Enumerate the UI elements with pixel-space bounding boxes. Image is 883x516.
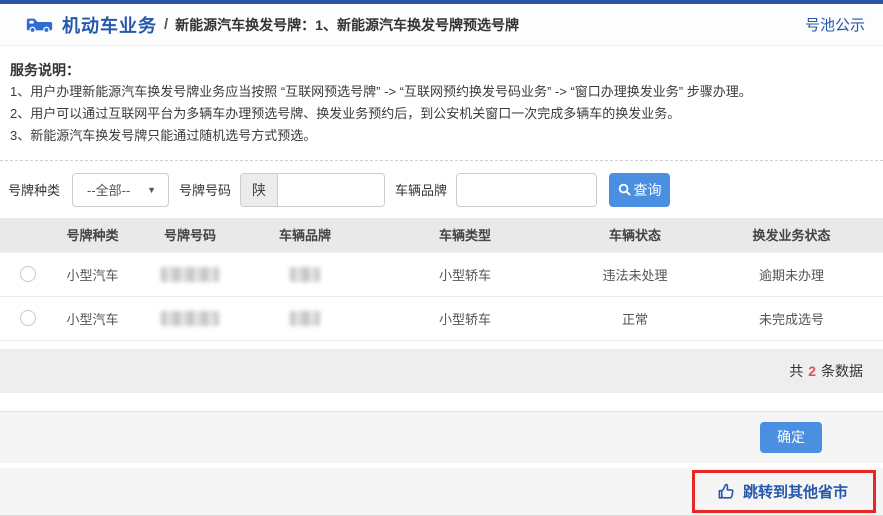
row-1-vehicle-status: 违法未处理	[570, 252, 700, 296]
plate-type-select[interactable]: --全部-- ▼	[72, 173, 169, 207]
jump-link-highlight-box[interactable]: 跳转到其他省市	[692, 470, 876, 513]
row-2-vehicle-type: 小型轿车	[360, 296, 570, 340]
search-button[interactable]: 查询	[609, 173, 670, 207]
table-header-row: 号牌种类 号牌号码 车辆品牌 车辆类型 车辆状态 换发业务状态	[0, 218, 883, 252]
row-2-redacted-plate-number	[161, 311, 219, 326]
row-1-radio[interactable]	[20, 266, 36, 282]
summary-count: 2	[808, 363, 816, 379]
row-1-business-status: 逾期未办理	[700, 252, 883, 296]
result-summary: 共 2 条数据	[0, 349, 883, 393]
row-1-redacted-plate-number	[161, 267, 219, 282]
row-2-redacted-brand	[290, 311, 320, 326]
plate-type-selected-value: --全部--	[87, 180, 130, 199]
page-title: 机动车业务	[62, 12, 157, 38]
row-2-plate-type: 小型汽车	[55, 296, 130, 340]
notice-item-1: 1、用户办理新能源汽车换发号牌业务应当按照 “互联网预选号牌” -> “互联网预…	[10, 81, 871, 103]
truck-icon	[26, 14, 53, 35]
notice-title: 服务说明：	[10, 59, 871, 81]
notice-item-2: 2、用户可以通过互联网平台为多辆车办理预选号牌、换发业务预约后，到公安机关窗口一…	[10, 103, 871, 125]
pool-publicity-link[interactable]: 号池公示	[805, 14, 865, 35]
chevron-down-icon: ▼	[147, 185, 156, 195]
vehicle-table: 号牌种类 号牌号码 车辆品牌 车辆类型 车辆状态 换发业务状态 小型汽车 小型轿…	[0, 218, 883, 341]
row-2-business-status: 未完成选号	[700, 296, 883, 340]
vehicle-brand-label: 车辆品牌	[395, 180, 447, 199]
plate-province-prefix: 陕	[241, 174, 278, 206]
table-row: 小型汽车 小型轿车 正常 未完成选号	[0, 296, 883, 340]
row-1-vehicle-type: 小型轿车	[360, 252, 570, 296]
spacer	[0, 393, 883, 411]
vehicle-brand-input[interactable]	[456, 173, 597, 207]
confirm-bar: 确定	[0, 411, 883, 463]
jump-bar: 跳转到其他省市	[0, 468, 883, 516]
plate-type-label: 号牌种类	[8, 180, 60, 199]
plate-number-input[interactable]	[278, 174, 384, 206]
col-header-plate-number: 号牌号码	[130, 218, 250, 252]
row-1-plate-type: 小型汽车	[55, 252, 130, 296]
row-2-vehicle-status: 正常	[570, 296, 700, 340]
page: 机动车业务 / 新能源汽车换发号牌：1、新能源汽车换发号牌预选号牌 号池公示 服…	[0, 0, 883, 516]
radio-column-header	[0, 218, 55, 252]
summary-suffix: 条数据	[821, 361, 863, 381]
plate-number-label: 号牌号码	[179, 180, 231, 199]
confirm-button[interactable]: 确定	[760, 422, 822, 453]
plate-number-group: 陕	[240, 173, 385, 207]
search-button-label: 查询	[634, 180, 662, 200]
notice-item-3: 3、新能源汽车换发号牌只能通过随机选号方式预选。	[10, 125, 871, 147]
breadcrumb-separator: /	[164, 16, 168, 33]
col-header-plate-type: 号牌种类	[55, 218, 130, 252]
table-row: 小型汽车 小型轿车 违法未处理 逾期未办理	[0, 252, 883, 296]
breadcrumb: 新能源汽车换发号牌：1、新能源汽车换发号牌预选号牌	[175, 15, 519, 35]
col-header-vehicle-type: 车辆类型	[360, 218, 570, 252]
search-icon	[618, 183, 631, 196]
col-header-brand: 车辆品牌	[250, 218, 360, 252]
service-notice: 服务说明： 1、用户办理新能源汽车换发号牌业务应当按照 “互联网预选号牌” ->…	[0, 46, 883, 153]
col-header-business-status: 换发业务状态	[700, 218, 883, 252]
filter-bar: 号牌种类 --全部-- ▼ 号牌号码 陕 车辆品牌 查询	[0, 161, 883, 218]
header: 机动车业务 / 新能源汽车换发号牌：1、新能源汽车换发号牌预选号牌 号池公示	[0, 4, 883, 46]
jump-other-province-link: 跳转到其他省市	[743, 481, 848, 502]
thumb-jump-icon	[717, 482, 736, 501]
col-header-vehicle-status: 车辆状态	[570, 218, 700, 252]
summary-prefix: 共	[789, 361, 803, 381]
row-2-radio[interactable]	[20, 310, 36, 326]
row-1-redacted-brand	[290, 267, 320, 282]
